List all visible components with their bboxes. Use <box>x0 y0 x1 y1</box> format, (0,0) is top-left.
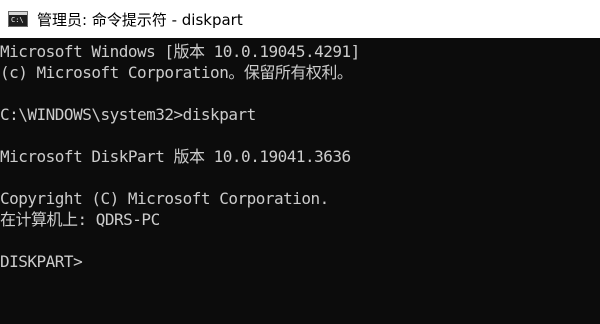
console-line-computer-name: 在计算机上: QDRS-PC <box>0 210 160 229</box>
console-line-version: Microsoft Windows [版本 10.0.19045.4291] <box>0 42 360 61</box>
console-line-command: C:\WINDOWS\system32>diskpart <box>0 105 256 124</box>
cmd-console-icon[interactable]: C:\ <box>8 11 28 27</box>
console-line-copyright: (c) Microsoft Corporation。保留所有权利。 <box>0 63 353 82</box>
console-line-diskpart-version: Microsoft DiskPart 版本 10.0.19041.3636 <box>0 147 351 166</box>
icon-title-strip <box>9 12 27 15</box>
title-bar[interactable]: C:\ 管理员: 命令提示符 - diskpart <box>0 0 600 38</box>
console-output[interactable]: Microsoft Windows [版本 10.0.19045.4291] (… <box>0 38 600 324</box>
console-line-diskpart-copyright: Copyright (C) Microsoft Corporation. <box>0 189 329 208</box>
diskpart-prompt[interactable]: DISKPART> <box>0 251 600 272</box>
icon-glyph: C:\ <box>11 16 24 24</box>
command-prompt-window: C:\ 管理员: 命令提示符 - diskpart Microsoft Wind… <box>0 0 600 324</box>
window-title: 管理员: 命令提示符 - diskpart <box>37 10 243 29</box>
